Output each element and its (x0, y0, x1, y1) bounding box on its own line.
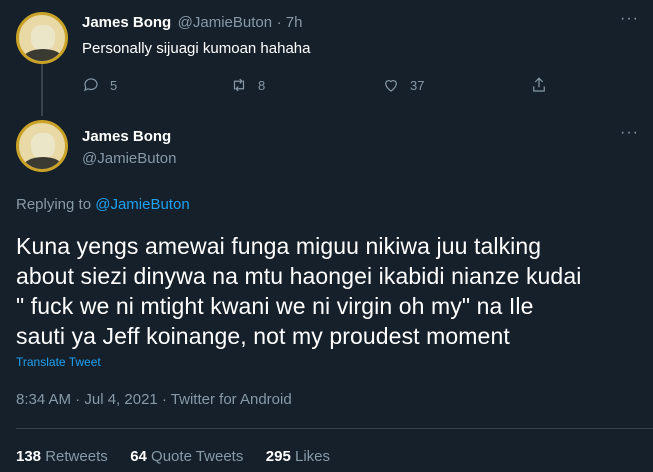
author-name[interactable]: James Bong (82, 14, 171, 31)
tweet-time[interactable]: · 7h (277, 14, 303, 31)
avatar[interactable] (16, 12, 68, 64)
retweets-label: Retweets (45, 448, 108, 465)
replying-to-handle[interactable]: @JamieButon (95, 196, 189, 213)
like-icon (385, 80, 397, 92)
avatar-shirt (23, 157, 63, 169)
more-icon[interactable]: ··· (620, 10, 639, 28)
quotes-count: 64 (130, 448, 147, 465)
retweet-icon (233, 78, 245, 92)
retweet-count: 8 (258, 77, 266, 93)
tweet-timestamp[interactable]: 8:34 AM · Jul 4, 2021 · Twitter for Andr… (16, 391, 292, 408)
avatar-face (31, 25, 55, 51)
quotes-label: Quote Tweets (151, 448, 244, 465)
share-button[interactable] (530, 76, 548, 94)
likes-label: Likes (294, 448, 331, 465)
likes-count: 295 (265, 448, 291, 465)
reply-tweet-header: James Bong @JamieButon · 7h (82, 14, 302, 32)
more-icon[interactable]: ··· (620, 124, 639, 142)
tweet-text-line: " fuck we ni mtight kwani we ni virgin o… (16, 293, 534, 319)
likes-stat[interactable]: 295 Likes (266, 448, 330, 465)
reply-tweet-text: Personally sijuagi kumoan hahaha (82, 40, 311, 57)
reply-icon (84, 78, 98, 92)
author-handle[interactable]: @JamieButon (178, 14, 272, 31)
author-name[interactable]: James Bong (82, 128, 171, 145)
tweet-stats: 138 Retweets 64 Quote Tweets 295 Likes (16, 448, 330, 466)
main-tweet-text: Kuna yengs amewai funga miguu nikiwa juu… (16, 231, 581, 351)
retweet-button[interactable]: 8 (230, 76, 265, 94)
replying-prefix: Replying to (16, 196, 92, 213)
tweet-text-line: about siezi dinywa na mtu haongei ikabid… (16, 263, 582, 289)
share-icon (533, 77, 545, 92)
reply-button[interactable]: 5 (82, 76, 117, 94)
tweet-text-line: sauti ya Jeff koinange, not my proudest … (16, 323, 510, 349)
thread-line (41, 64, 43, 116)
retweets-count: 138 (16, 448, 42, 465)
tweet-text-line: Kuna yengs amewai funga miguu nikiwa juu… (16, 233, 542, 259)
replying-to: Replying to @JamieButon (16, 196, 190, 213)
translate-tweet-link[interactable]: Translate Tweet (16, 355, 101, 369)
avatar-face (31, 133, 55, 159)
like-count: 37 (410, 77, 425, 93)
divider (16, 428, 653, 429)
quotes-stat[interactable]: 64 Quote Tweets (130, 448, 243, 465)
reply-count: 5 (110, 77, 118, 93)
like-button[interactable]: 37 (382, 76, 424, 94)
retweets-stat[interactable]: 138 Retweets (16, 448, 108, 465)
avatar-shirt (23, 49, 63, 61)
avatar[interactable] (16, 120, 68, 172)
author-handle[interactable]: @JamieButon (82, 150, 176, 167)
